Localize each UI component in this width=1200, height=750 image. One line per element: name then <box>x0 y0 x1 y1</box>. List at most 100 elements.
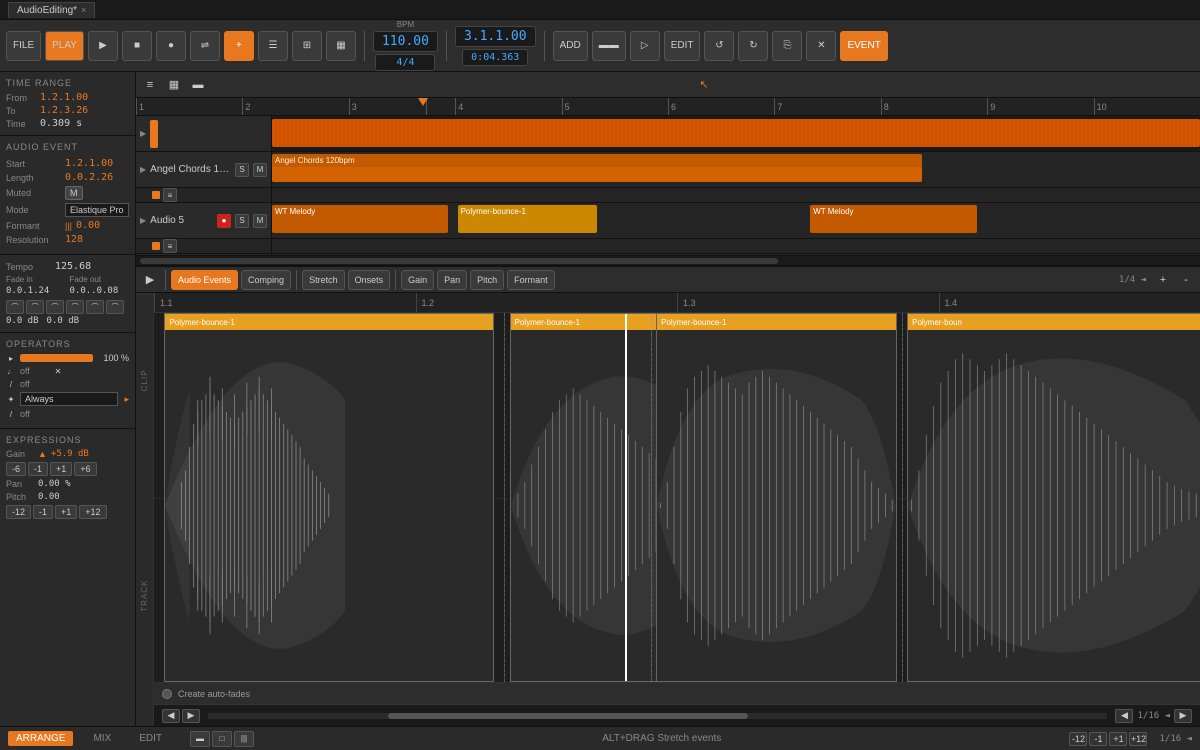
mix-tab[interactable]: MIX <box>85 731 119 746</box>
track-content-audio5[interactable]: WT Melody Polymer-bounce-1 WT Melody <box>272 203 1200 238</box>
gain-minus6-btn[interactable]: -6 <box>6 462 26 476</box>
fade-curve-6[interactable]: ⌒ <box>106 300 124 314</box>
audio-events-btn[interactable]: Audio Events <box>171 270 238 290</box>
play-icon-button[interactable]: ▶ <box>88 31 118 61</box>
fade-curve-4[interactable]: ⌒ <box>66 300 84 314</box>
edit-button[interactable]: EDIT <box>664 31 701 61</box>
status-mode-1[interactable]: ▬ <box>190 731 210 747</box>
onsets-btn[interactable]: Onsets <box>348 270 391 290</box>
to-value[interactable]: 1.2.3.26 <box>40 105 88 116</box>
ed-zoom-in[interactable]: + <box>1153 271 1173 289</box>
expr-gain-value[interactable]: +5.9 dB <box>51 449 129 459</box>
auto-fades-label[interactable]: Create auto-fades <box>178 689 250 699</box>
grid-icon-button[interactable]: ▦ <box>326 31 356 61</box>
track-content-main[interactable] <box>272 116 1200 151</box>
loop-icon-button[interactable]: ⇌ <box>190 31 220 61</box>
record-icon-button[interactable]: ● <box>156 31 186 61</box>
formant-btn[interactable]: Formant <box>507 270 555 290</box>
ae-start-value[interactable]: 1.2.1.00 <box>65 158 113 169</box>
track-arrow-angel[interactable]: ▶ <box>140 165 146 174</box>
comping-btn[interactable]: Comping <box>241 270 291 290</box>
waveform-clip-4[interactable]: Polymer-boun <box>907 313 1200 682</box>
fade-curve-2[interactable]: ⌒ <box>26 300 44 314</box>
position-display[interactable]: 3.1.1.00 <box>455 26 536 47</box>
status-mode-3[interactable]: ||| <box>234 731 254 747</box>
nav-btn-zoom-out[interactable]: ▶ <box>1174 709 1192 723</box>
delete-icon-button[interactable]: ✕ <box>806 31 836 61</box>
play-button[interactable]: PLAY <box>45 31 84 61</box>
track-content-angel[interactable]: Angel Chords 120bpm <box>272 152 1200 187</box>
fade-out-value[interactable]: 0.0..0.08 <box>70 286 130 296</box>
pan-btn[interactable]: Pan <box>437 270 467 290</box>
editor-play-btn[interactable]: ▶ <box>140 271 160 289</box>
gain-plus6-btn[interactable]: +6 <box>74 462 96 476</box>
expr-pan-value[interactable]: 0.00 % <box>38 479 71 489</box>
track-record-audio5[interactable]: ● <box>217 214 231 228</box>
mixer-icon-button[interactable]: ▬▬ <box>592 31 626 61</box>
nav-btn-zoom-in[interactable]: ◀ <box>1115 709 1133 723</box>
arrange-scrollbar[interactable] <box>136 255 1200 265</box>
track-arrow-audio5[interactable]: ▶ <box>140 216 146 225</box>
add-button[interactable]: + <box>224 31 254 61</box>
arrange-scroll-thumb[interactable] <box>140 258 778 264</box>
ae-resolution-value[interactable]: 128 <box>65 234 83 245</box>
auto-fades-checkbox[interactable] <box>162 689 172 699</box>
track-arrow-main[interactable]: ▶ <box>140 129 146 138</box>
arrange-list-icon[interactable]: ≡ <box>140 76 160 94</box>
snap-icon-button[interactable]: ⊞ <box>292 31 322 61</box>
pitch-minus1-btn[interactable]: -1 <box>33 505 53 519</box>
nav-btn-next-track[interactable]: ▶ <box>182 709 200 723</box>
ed-zoom-out[interactable]: - <box>1176 271 1196 289</box>
add-track-button[interactable]: ADD <box>553 31 588 61</box>
fade-curve-1[interactable]: ⌒ <box>6 300 24 314</box>
pitch-plus1-btn[interactable]: +1 <box>55 505 77 519</box>
stretch-btn[interactable]: Stretch <box>302 270 345 290</box>
pitch-plus12-btn[interactable]: +12 <box>79 505 106 519</box>
op-always-select[interactable]: Always <box>20 392 118 406</box>
redo-icon-button[interactable]: ↻ <box>738 31 768 61</box>
copy-icon-button[interactable]: ⎘ <box>772 31 802 61</box>
arrange-tab[interactable]: ARRANGE <box>8 731 73 746</box>
ae-muted-button[interactable]: M <box>65 186 83 200</box>
select-tool[interactable]: ↖ <box>694 76 714 94</box>
fade-curve-5[interactable]: ⌒ <box>86 300 104 314</box>
track-solo-angel[interactable]: S <box>235 163 249 177</box>
file-button[interactable]: FILE <box>6 31 41 61</box>
nav-plus12[interactable]: +12 <box>1129 732 1147 746</box>
waveform-clip-3[interactable]: Polymer-bounce-1 <box>656 313 897 682</box>
gain-plus1-btn[interactable]: +1 <box>50 462 72 476</box>
fade-curve-3[interactable]: ⌒ <box>46 300 64 314</box>
cycle-icon-button[interactable]: ☰ <box>258 31 288 61</box>
track-solo-audio5[interactable]: S <box>235 214 249 228</box>
nav-btn-prev-track[interactable]: ◀ <box>162 709 180 723</box>
waveform-clip-1[interactable]: Polymer-bounce-1 <box>164 313 493 682</box>
nav-plus1[interactable]: +1 <box>1109 732 1127 746</box>
nav-minus1[interactable]: -1 <box>1089 732 1107 746</box>
ae-length-value[interactable]: 0.0.2.26 <box>65 172 113 183</box>
status-mode-2[interactable]: □ <box>212 731 232 747</box>
pitch-minus12-btn[interactable]: -12 <box>6 505 31 519</box>
track-content-group4[interactable] <box>272 254 1200 255</box>
editor-scrollbar[interactable] <box>208 713 1107 719</box>
time-display[interactable]: 0:04.363 <box>462 49 528 66</box>
pitch-btn[interactable]: Pitch <box>470 270 504 290</box>
arrange-color-icon[interactable]: ▬ <box>188 76 208 94</box>
gain-btn[interactable]: Gain <box>401 270 434 290</box>
nav-minus12[interactable]: -12 <box>1069 732 1087 746</box>
tempo-display[interactable]: 110.00 <box>373 31 438 52</box>
edit-tab[interactable]: EDIT <box>131 731 170 746</box>
gain-minus1-btn[interactable]: -1 <box>28 462 48 476</box>
track-sub-menu[interactable]: ≡ <box>163 188 177 202</box>
track-sub-menu2[interactable]: ≡ <box>163 239 177 253</box>
fade-in-value[interactable]: 0.0.1.24 <box>6 286 66 296</box>
close-icon[interactable]: × <box>81 5 86 15</box>
stop-icon-button[interactable]: ■ <box>122 31 152 61</box>
render-icon-button[interactable]: ▷ <box>630 31 660 61</box>
time-sig-display[interactable]: 4/4 <box>375 54 435 71</box>
op-bar-container[interactable] <box>20 354 93 362</box>
track-mute-angel[interactable]: M <box>253 163 267 177</box>
tempo-value[interactable]: 125.68 <box>55 261 91 272</box>
undo-icon-button[interactable]: ↺ <box>704 31 734 61</box>
expr-pitch-value[interactable]: 0.00 <box>38 492 60 502</box>
ae-mode-select[interactable]: Elastique Pro <box>65 203 129 217</box>
